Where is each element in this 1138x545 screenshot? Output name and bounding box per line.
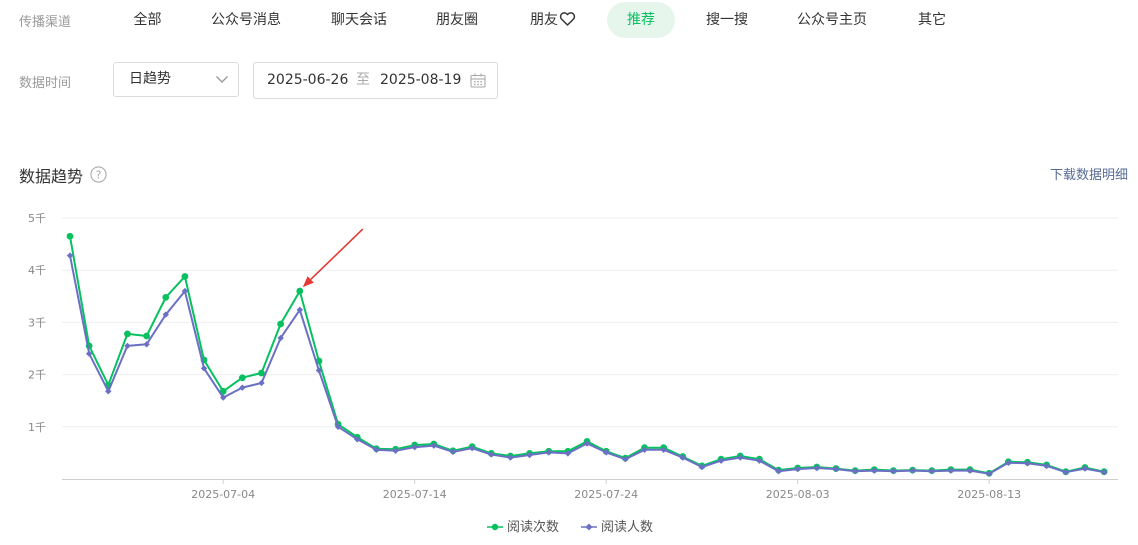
data-point [181,273,189,280]
x-tick-label: 2025-07-14 [383,488,447,501]
data-point [162,293,170,301]
legend-label: 阅读次数 [507,520,560,535]
chart-legend: 阅读次数 阅读人数 [0,517,1138,539]
y-tick-label: 3千 [28,316,46,329]
y-tick-label: 1千 [28,421,46,434]
y-tick-label: 5千 [28,212,46,225]
annotation-arrow-shaft [310,228,364,281]
trend-chart: 1千 2千 3千 4千 5千 2025-07-04 2025-07-14 2025-07-24… [28,212,1118,501]
legend-label: 阅读人数 [601,520,654,535]
legend-marker-diamond [581,523,597,531]
legend-item-reads[interactable]: 阅读次数 [487,517,559,539]
y-tick-label: 2千 [28,369,46,382]
x-tick-label: 2025-08-03 [766,488,830,501]
legend-item-readers[interactable]: 阅读人数 [581,517,653,539]
data-point [66,232,74,240]
data-point [124,342,131,350]
x-tick-label: 2025-07-24 [574,488,638,501]
data-point [277,320,285,328]
y-tick-label: 4千 [28,264,46,277]
x-tick-label: 2025-07-04 [191,488,255,501]
data-point [143,332,151,340]
x-tick-label: 2025-08-13 [957,488,1021,501]
series-line [69,236,1105,475]
data-point [124,330,131,338]
data-point [258,379,265,387]
data-point [239,384,246,391]
legend-marker-circle [487,523,503,531]
data-point [238,374,246,382]
data-point [296,287,304,295]
